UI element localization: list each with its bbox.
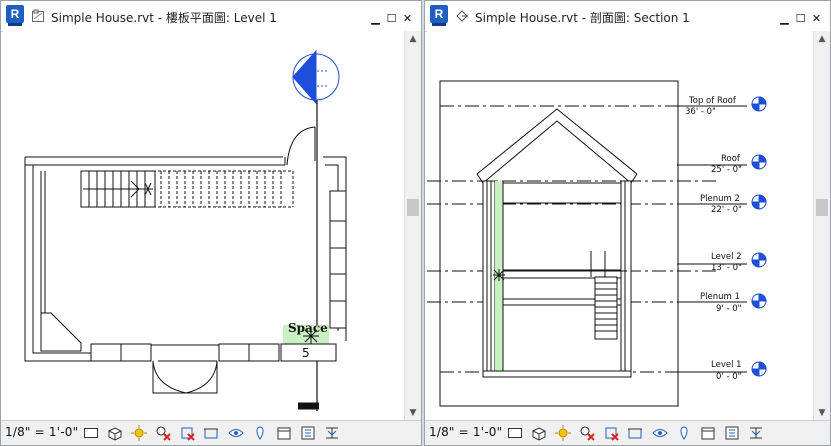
window-title: Simple House.rvt - 樓板平面圖: Level 1	[51, 11, 277, 25]
reveal-hidden-icon[interactable]	[252, 425, 268, 441]
scroll-down-button[interactable]: ▼	[814, 405, 830, 421]
highlight-displacement-icon[interactable]	[324, 425, 340, 441]
detail-level-icon[interactable]	[83, 425, 99, 441]
section-view-icon	[456, 10, 468, 22]
crop-view-icon[interactable]	[179, 425, 196, 441]
title-bar[interactable]: R Simple House.rvt - 剖面圖: Section 1 ▁ ☐ ✕	[425, 1, 830, 32]
highlight-displacement-icon[interactable]	[748, 425, 764, 441]
minimize-button[interactable]: ▁	[368, 11, 383, 26]
temporary-properties-icon[interactable]	[700, 425, 716, 441]
close-button[interactable]: ✕	[400, 11, 415, 26]
analytical-model-icon[interactable]	[724, 425, 740, 441]
section-drawing: Top of Roof 36' - 0" Roof 25' - 0" Plenu…	[427, 80, 767, 407]
maximize-button[interactable]: ☐	[384, 11, 399, 26]
crop-region-icon[interactable]	[627, 425, 643, 441]
level-elevation[interactable]: 22' - 0"	[711, 205, 742, 215]
shadows-icon[interactable]	[155, 425, 171, 441]
level-elevation[interactable]: 25' - 0"	[711, 165, 742, 175]
reveal-hidden-icon[interactable]	[676, 425, 692, 441]
window-title: Simple House.rvt - 剖面圖: Section 1	[475, 11, 690, 25]
level-elevation[interactable]: 9' - 0"	[716, 304, 742, 314]
detail-level-icon[interactable]	[507, 425, 523, 441]
revit-app-icon: R	[430, 5, 448, 26]
view-scale[interactable]: 1/8" = 1'-0"	[5, 425, 78, 439]
level-head-icon	[751, 361, 767, 377]
floor-plan-drawing: Space 5	[24, 49, 347, 411]
temporary-hide-icon[interactable]	[227, 425, 244, 441]
level-name[interactable]: Plenum 2	[700, 194, 740, 204]
shadows-icon[interactable]	[579, 425, 595, 441]
revit-app-icon: R	[6, 5, 24, 26]
view-control-bar: 1/8" = 1'-0"	[1, 420, 421, 445]
level-name[interactable]: Level 1	[711, 360, 742, 370]
section-canvas[interactable]: Top of Roof 36' - 0" Roof 25' - 0" Plenu…	[427, 31, 813, 421]
level-elevation[interactable]: 0' - 0"	[716, 372, 742, 382]
temporary-hide-icon[interactable]	[651, 425, 668, 441]
sun-path-icon[interactable]	[555, 425, 572, 441]
level-name[interactable]: Plenum 1	[700, 292, 740, 302]
level-name[interactable]: Top of Roof	[688, 96, 737, 106]
level-head-icon	[751, 96, 767, 112]
title-bar[interactable]: R Simple House.rvt - 樓板平面圖: Level 1 ▁ ☐ ✕	[1, 1, 421, 32]
minimize-button[interactable]: ▁	[777, 11, 792, 26]
floor-plan-canvas[interactable]: Space 5	[3, 31, 404, 421]
level-markers	[751, 96, 767, 377]
vertical-scrollbar[interactable]: ▲ ▼	[813, 31, 830, 421]
level-head-icon	[751, 194, 767, 210]
section-view-window[interactable]: R Simple House.rvt - 剖面圖: Section 1 ▁ ☐ ✕	[424, 0, 831, 446]
floor-plan-window[interactable]: R Simple House.rvt - 樓板平面圖: Level 1 ▁ ☐ ✕	[0, 0, 422, 446]
level-head-icon	[751, 252, 767, 268]
space-tag-label: Space	[288, 321, 328, 335]
maximize-button[interactable]: ☐	[793, 11, 808, 26]
level-head-icon	[751, 293, 767, 309]
floor-plan-view-icon	[32, 9, 44, 22]
level-elevation[interactable]: 36' - 0"	[685, 107, 716, 117]
view-control-bar: 1/8" = 1'-0"	[425, 420, 830, 445]
view-scale[interactable]: 1/8" = 1'-0"	[429, 425, 502, 439]
scroll-up-button[interactable]: ▲	[405, 31, 421, 47]
level-name[interactable]: Level 2	[711, 252, 742, 262]
temporary-properties-icon[interactable]	[276, 425, 292, 441]
crop-region-icon[interactable]	[203, 425, 219, 441]
analytical-model-icon[interactable]	[300, 425, 316, 441]
level-elevation[interactable]: 13' - 0"	[711, 263, 742, 273]
crop-view-icon[interactable]	[603, 425, 620, 441]
space-number: 5	[302, 346, 310, 360]
level-head-icon	[751, 154, 767, 170]
visual-style-icon[interactable]	[107, 425, 123, 441]
scroll-thumb[interactable]	[816, 199, 828, 216]
vertical-scrollbar[interactable]: ▲ ▼	[404, 31, 421, 421]
scroll-thumb[interactable]	[407, 199, 419, 216]
visual-style-icon[interactable]	[531, 425, 547, 441]
close-button[interactable]: ✕	[809, 11, 824, 26]
scroll-down-button[interactable]: ▼	[405, 405, 421, 421]
level-name[interactable]: Roof	[721, 154, 741, 164]
sun-path-icon[interactable]	[131, 425, 148, 441]
scroll-up-button[interactable]: ▲	[814, 31, 830, 47]
